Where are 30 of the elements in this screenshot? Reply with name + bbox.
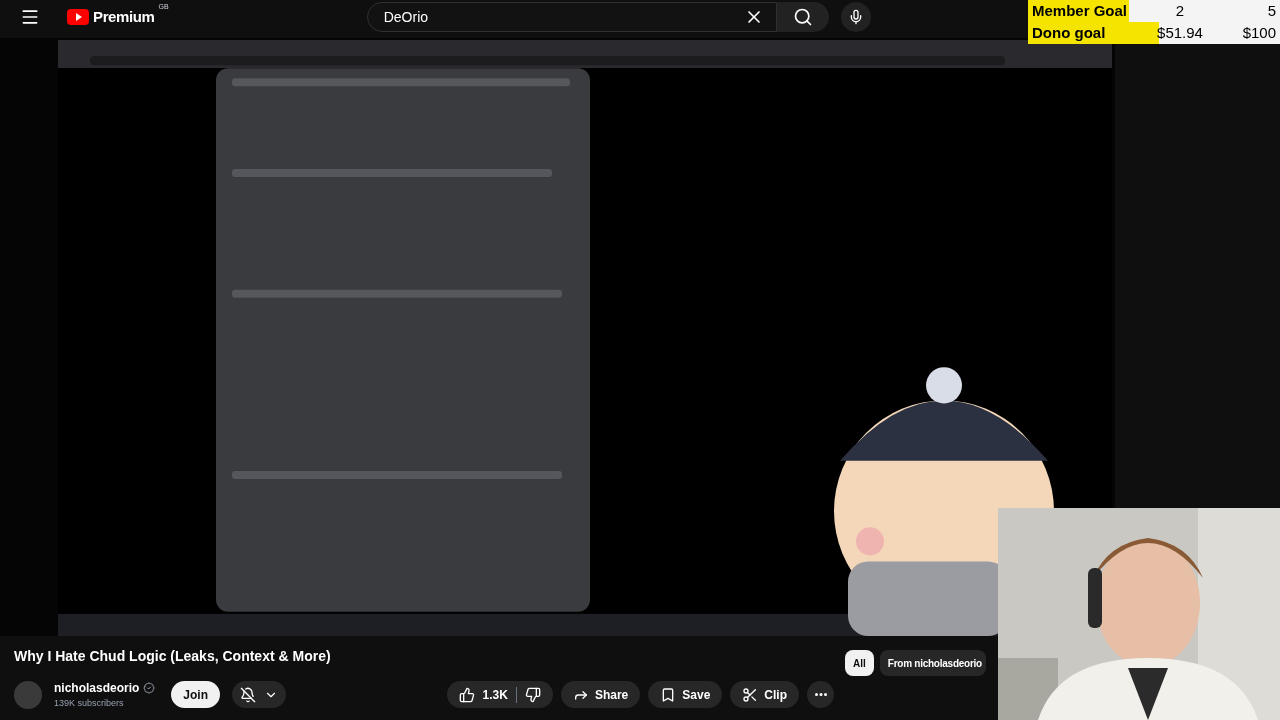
filter-chip[interactable]: From nicholasdeorio	[879, 650, 986, 676]
thumbs-up-icon[interactable]	[458, 686, 475, 703]
menu-icon[interactable]	[20, 7, 40, 27]
bell-off-icon	[240, 686, 257, 703]
goal-current: 2	[1174, 0, 1186, 21]
scissors-icon	[742, 686, 759, 703]
goal-target: $100	[1242, 22, 1276, 43]
search-field[interactable]: DeOrio	[366, 2, 777, 32]
channel-name[interactable]: nicholasdeorio	[54, 679, 140, 697]
mic-button[interactable]	[840, 2, 871, 32]
thumbs-down-icon[interactable]	[524, 686, 541, 703]
notification-button[interactable]	[232, 681, 287, 709]
subscriber-count: 139K subscribers	[54, 697, 125, 710]
goal-label: Member Goal	[1032, 0, 1129, 21]
search-value: DeOrio	[383, 8, 430, 27]
save-button[interactable]: Save	[648, 681, 723, 709]
search-icon	[792, 7, 813, 27]
share-button[interactable]: Share	[560, 681, 641, 709]
like-count[interactable]: 1.3K	[482, 686, 508, 703]
more-button[interactable]	[807, 681, 834, 709]
more-icon	[814, 693, 827, 697]
search-button[interactable]	[776, 2, 829, 32]
goal-label: Dono goal	[1032, 22, 1107, 43]
clip-button[interactable]: Clip	[730, 681, 799, 709]
join-button[interactable]: Join	[171, 681, 221, 709]
video-title: Why I Hate Chud Logic (Leaks, Context & More)	[14, 647, 332, 666]
play-logo-icon	[67, 9, 89, 25]
logo-text: Premium	[93, 6, 155, 27]
goal-target: 5	[1267, 0, 1276, 21]
filter-chip[interactable]: All	[845, 650, 874, 676]
